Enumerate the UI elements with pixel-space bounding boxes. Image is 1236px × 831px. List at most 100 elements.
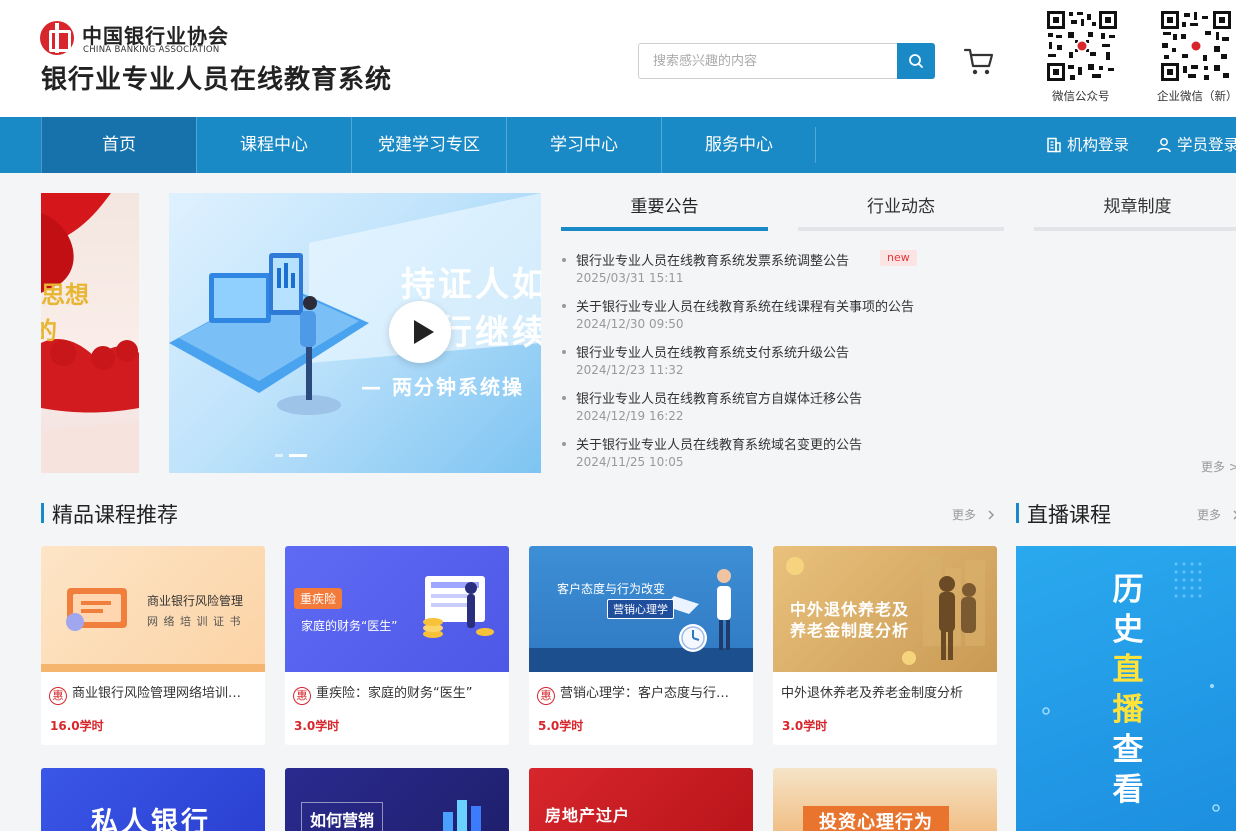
notice-item[interactable]: 银行业专业人员在线教育系统官方自媒体迁移公告 2024/12/19 16:22 xyxy=(562,388,1022,424)
nav-item-learning-center[interactable]: 学习中心 xyxy=(506,117,661,173)
course-thumbnail[interactable]: 客户态度与行为改变 营销心理学 xyxy=(529,546,753,672)
notice-title[interactable]: 银行业专业人员在线教育系统发票系统调整公告 xyxy=(576,250,849,269)
thumb-line-1: 投资心理行为 xyxy=(803,806,949,831)
insurance-art xyxy=(423,576,494,638)
student-login-link[interactable]: 学员登录 xyxy=(1156,117,1236,173)
qr-caption-wechat: 微信公众号 xyxy=(1052,89,1110,103)
bullet-icon xyxy=(562,396,566,400)
live-banner-text: 历 史 直 播 查 看 xyxy=(1111,570,1145,810)
search-input[interactable] xyxy=(639,44,898,78)
live-char: 播 xyxy=(1112,692,1144,728)
course-card[interactable]: 投资心理行为 xyxy=(773,768,997,831)
section-title-courses: 精品课程推荐 xyxy=(52,503,178,527)
bullet-icon xyxy=(562,442,566,446)
carousel-dot-active[interactable] xyxy=(289,454,307,457)
courses-more-label: 更多 xyxy=(952,508,977,522)
carousel-dot[interactable] xyxy=(275,454,283,457)
course-card[interactable]: 私人银行 xyxy=(41,768,265,831)
side-banner-text-1: 思想 xyxy=(41,281,89,309)
notice-title[interactable]: 银行业专业人员在线教育系统支付系统升级公告 xyxy=(576,342,849,361)
section-bar xyxy=(1016,503,1019,523)
thumb-tag: 重疾险 xyxy=(294,588,343,609)
live-char: 历 xyxy=(1112,572,1144,608)
bullet-icon xyxy=(562,350,566,354)
nav-item-course-center[interactable]: 课程中心 xyxy=(196,117,351,173)
course-name-text: 重疾险：家庭的财务“医生” xyxy=(316,686,473,701)
course-thumbnail[interactable]: 中外退休养老及 养老金制度分析 xyxy=(773,546,997,672)
tab-important-notices[interactable]: 重要公告 xyxy=(561,193,768,231)
course-name-text: 营销心理学：客户态度与行… xyxy=(560,686,730,701)
org-login-link[interactable]: 机构登录 xyxy=(1046,117,1129,173)
course-card[interactable]: 房地产过户 xyxy=(529,768,753,831)
banner-subline: — 两分钟系统操 xyxy=(361,375,524,399)
notice-title[interactable]: 关于银行业专业人员在线教育系统在线课程有关事项的公告 xyxy=(576,296,914,315)
live-char: 查 xyxy=(1112,732,1144,768)
course-card[interactable]: 商业银行风险管理 网 络 培 训 证 书 惠商业银行风险管理网络培训… 16.0… xyxy=(41,546,265,745)
search-icon xyxy=(909,54,923,68)
course-hours: 16.0学时 xyxy=(50,719,104,733)
notice-date: 2024/12/30 09:50 xyxy=(576,317,684,331)
search-button[interactable] xyxy=(897,43,935,79)
discount-icon: 惠 xyxy=(49,687,67,705)
qr-caption-enterprise: 企业微信（新） xyxy=(1157,89,1236,103)
main-banner[interactable]: 持证人如 进行继续 — 两分钟系统操 xyxy=(169,193,541,473)
course-card[interactable]: 客户态度与行为改变 营销心理学 惠营销心理学：客户态度与行… 5.0学时 xyxy=(529,546,753,745)
notice-title[interactable]: 关于银行业专业人员在线教育系统域名变更的公告 xyxy=(576,434,862,453)
courses-more-link[interactable]: 更多 xyxy=(952,506,996,523)
course-thumbnail[interactable]: 重疾险 家庭的财务“医生” xyxy=(285,546,509,672)
notice-item[interactable]: 关于银行业专业人员在线教育系统域名变更的公告 2024/11/25 10:05 xyxy=(562,434,1022,470)
thumb-line-1: 客户态度与行为改变 xyxy=(557,582,666,596)
new-badge: new xyxy=(880,250,917,266)
notice-date: 2025/03/31 15:11 xyxy=(576,271,684,285)
course-name[interactable]: 惠商业银行风险管理网络培训… xyxy=(49,682,259,705)
course-hours: 5.0学时 xyxy=(538,719,584,733)
notice-date: 2024/12/23 11:32 xyxy=(576,363,684,377)
notices-more-link[interactable]: 更多 > xyxy=(1201,458,1236,475)
tab-industry-news[interactable]: 行业动态 xyxy=(798,193,1004,231)
chevron-right-icon xyxy=(1233,510,1236,520)
live-more-link[interactable]: 更多 xyxy=(1197,506,1236,523)
nav-item-party-study[interactable]: 党建学习专区 xyxy=(351,117,506,173)
course-name[interactable]: 惠重疾险：家庭的财务“医生” xyxy=(293,682,503,705)
section-title-live: 直播课程 xyxy=(1027,503,1111,527)
play-button-icon[interactable] xyxy=(389,301,451,363)
thumb-line-1: 房地产过户 xyxy=(545,806,631,825)
thumb-line-2: 养老金制度分析 xyxy=(790,621,910,640)
nav-item-service-center[interactable]: 服务中心 xyxy=(661,117,816,173)
side-banner-text-2: 的 xyxy=(41,317,57,345)
enterprise-wechat-qr-icon xyxy=(1160,10,1232,82)
course-hours: 3.0学时 xyxy=(294,719,340,733)
tab-regulations[interactable]: 规章制度 xyxy=(1034,193,1236,231)
notice-item[interactable]: 银行业专业人员在线教育系统支付系统升级公告 2024/12/23 11:32 xyxy=(562,342,1022,378)
course-thumbnail[interactable]: 商业银行风险管理 网 络 培 训 证 书 xyxy=(41,546,265,672)
wechat-official-qr-icon xyxy=(1046,10,1118,82)
section-bar xyxy=(41,503,44,523)
notice-item[interactable]: 银行业专业人员在线教育系统发票系统调整公告 new 2025/03/31 15:… xyxy=(562,250,1022,286)
live-more-label: 更多 xyxy=(1197,508,1222,522)
main-nav: 首页 课程中心 党建学习专区 学习中心 服务中心 机构登录 学员登录 xyxy=(0,117,1236,173)
course-card[interactable]: 中外退休养老及 养老金制度分析 中外退休养老及养老金制度分析 3.0学时 xyxy=(773,546,997,745)
course-name[interactable]: 惠营销心理学：客户态度与行… xyxy=(537,682,747,705)
bullet-icon xyxy=(562,304,566,308)
nav-item-home[interactable]: 首页 xyxy=(41,117,196,173)
thumb-line-1: 如何营销 xyxy=(301,802,384,831)
building-icon xyxy=(1047,137,1061,153)
cba-logo-icon xyxy=(40,21,74,55)
chevron-right-icon xyxy=(988,510,994,520)
side-banner[interactable]: 思想 的 xyxy=(41,193,139,473)
thumb-line-1: 商业银行风险管理 xyxy=(147,594,244,608)
course-card[interactable]: 重疾险 家庭的财务“医生” 惠重疾险：家庭的财务“医生” 3.0学时 xyxy=(285,546,509,745)
thumb-tag: 营销心理学 xyxy=(607,599,674,619)
shopping-cart-icon[interactable] xyxy=(962,44,996,78)
notice-item[interactable]: 关于银行业专业人员在线教育系统在线课程有关事项的公告 2024/12/30 09… xyxy=(562,296,1022,332)
course-name[interactable]: 中外退休养老及养老金制度分析 xyxy=(781,682,991,701)
notice-title[interactable]: 银行业专业人员在线教育系统官方自媒体迁移公告 xyxy=(576,388,862,407)
course-card[interactable]: 如何营销 xyxy=(285,768,509,831)
live-history-banner[interactable]: 历 史 直 播 查 看 xyxy=(1016,546,1236,831)
live-char: 史 xyxy=(1112,612,1144,648)
thumb-line-1: 私人银行 xyxy=(91,807,211,831)
banner-headline-1: 持证人如 xyxy=(401,265,541,305)
discount-icon: 惠 xyxy=(537,687,555,705)
header: 中国银行业协会 CHINA BANKING ASSOCIATION 银行业专业人… xyxy=(0,0,1236,117)
bullet-icon xyxy=(562,258,566,262)
